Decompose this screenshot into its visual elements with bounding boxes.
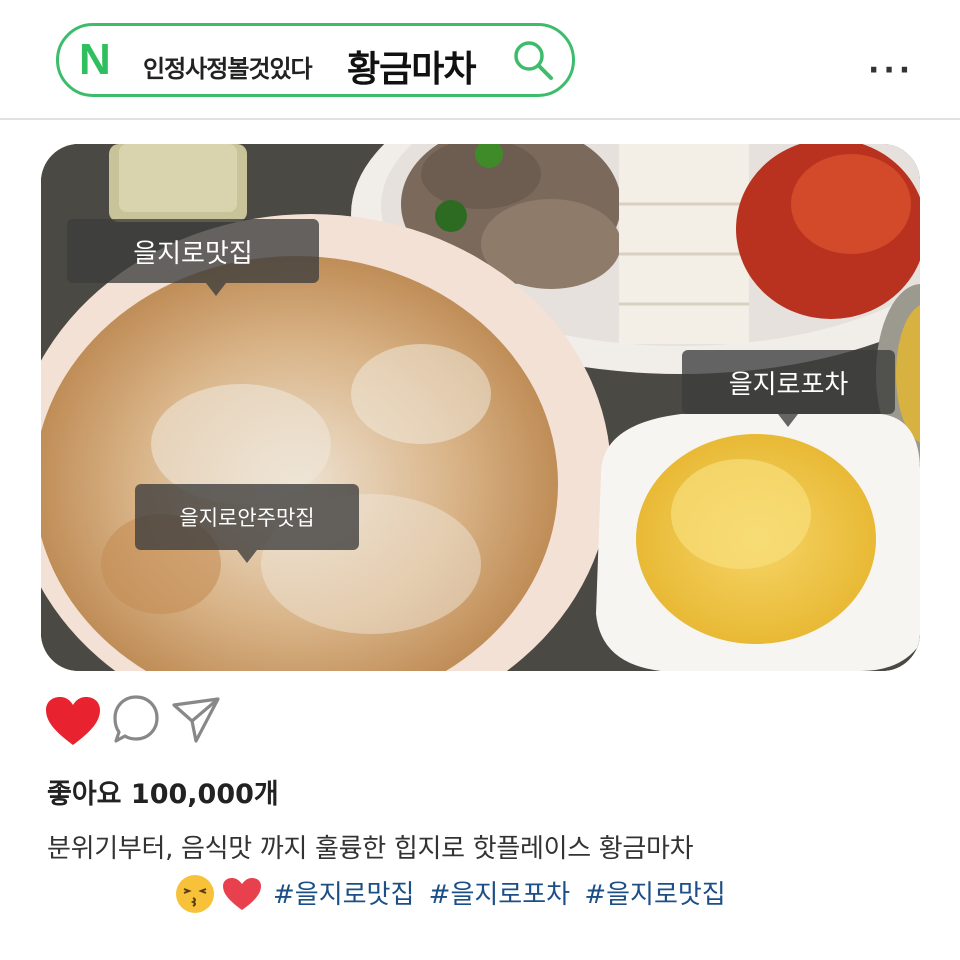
post-caption: 분위기부터, 음식맛 까지 훌륭한 힙지로 핫플레이스 황금마차 [47, 834, 694, 864]
post-actions [44, 693, 284, 749]
hashtag-link[interactable]: #을지로맛집 [273, 880, 414, 910]
hashtags: #을지로맛집 #을지로포차 #을지로맛집 [273, 874, 726, 911]
heart-icon[interactable] [44, 695, 102, 747]
search-query-keyword: 황금마차 [347, 49, 476, 90]
kissing-face-emoji [176, 875, 214, 913]
search-bar[interactable]: N 인정사정볼것있다 황금마차 [56, 23, 575, 97]
comment-icon[interactable] [110, 693, 162, 747]
naver-logo: N [79, 35, 111, 84]
more-dots-icon[interactable]: ··· [868, 56, 914, 86]
photo-tag[interactable]: 을지로포차 [682, 350, 895, 427]
search-query-prefix: 인정사정볼것있다 [143, 55, 313, 83]
hashtag-link[interactable]: #을지로포차 [429, 880, 570, 910]
send-icon[interactable] [170, 695, 222, 745]
search-icon[interactable] [511, 38, 557, 84]
heart-emoji [223, 878, 261, 910]
post-photo[interactable]: 을지로맛집 을지로포차 을지로안주맛집 [41, 144, 920, 671]
like-count[interactable]: 좋아요 100,000개 [47, 772, 279, 811]
hashtag-row: #을지로맛집 #을지로포차 #을지로맛집 [175, 870, 815, 914]
hashtag-link[interactable]: #을지로맛집 [584, 880, 725, 910]
photo-tag[interactable]: 을지로맛집 [67, 219, 319, 296]
photo-tag[interactable]: 을지로안주맛집 [135, 484, 359, 563]
header-divider [0, 118, 960, 120]
